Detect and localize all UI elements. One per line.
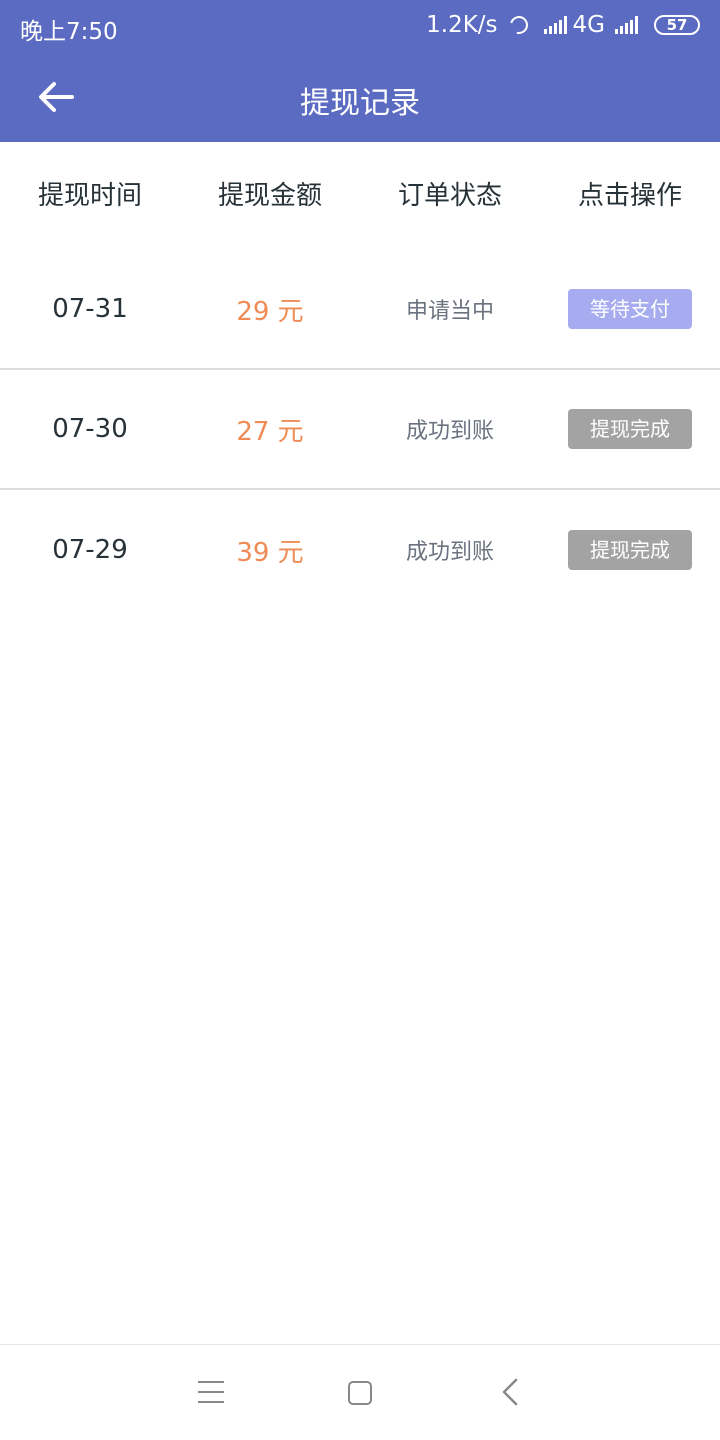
table-row: 07-29 39 元 成功到账 提现完成 [0,490,720,610]
network-type: 4G [572,12,605,38]
network-speed: 1.2K/s [426,12,498,38]
chevron-left-icon [502,1378,518,1406]
header-status: 订单状态 [397,181,502,211]
row-date: 07-30 [52,414,128,444]
header-amount: 提现金额 [217,181,322,211]
app: 晚上7:50 1.2K/s 4G 57 提现记录 提现时间 提现金额 订单状态 … [0,0,720,1440]
row-action-cell: 提现完成 [540,409,720,449]
page-title: 提现记录 [300,86,420,121]
header: 晚上7:50 1.2K/s 4G 57 提现记录 [0,0,720,142]
moon-icon [506,12,531,38]
toolbar: 提现记录 [0,52,720,142]
withdraw-complete-button[interactable]: 提现完成 [568,530,692,570]
status-bar: 晚上7:50 1.2K/s 4G 57 [0,0,720,52]
battery-level: 57 [666,16,688,34]
navigation-bar [0,1344,720,1440]
back-nav-icon[interactable] [500,1377,520,1411]
row-amount: 29 元 [236,296,304,327]
row-status: 成功到账 [405,419,494,444]
row-status: 申请当中 [405,299,494,324]
home-icon[interactable] [348,1381,372,1405]
table-row: 07-31 29 元 申请当中 等待支付 [0,250,720,370]
menu-icon[interactable] [198,1381,224,1411]
signal-icon [543,16,567,34]
row-amount: 39 元 [236,537,304,568]
status-time: 晚上7:50 [20,19,118,45]
wait-payment-button[interactable]: 等待支付 [568,289,692,329]
record-list: 07-31 29 元 申请当中 等待支付 07-30 27 元 成功到账 提现完… [0,250,720,610]
row-action-cell: 提现完成 [540,530,720,570]
row-action-cell: 等待支付 [540,289,720,329]
status-indicators: 1.2K/s 4G 57 [426,12,700,38]
row-date: 07-29 [52,535,128,565]
row-status: 成功到账 [405,540,494,565]
row-date: 07-31 [52,294,128,324]
table-row: 07-30 27 元 成功到账 提现完成 [0,370,720,490]
row-amount: 27 元 [236,416,304,447]
table-header: 提现时间 提现金额 订单状态 点击操作 [0,142,720,250]
header-time: 提现时间 [37,181,142,211]
header-action: 点击操作 [577,181,682,211]
withdraw-complete-button[interactable]: 提现完成 [568,409,692,449]
signal-icon-2 [615,16,638,34]
battery-icon: 57 [654,15,700,35]
